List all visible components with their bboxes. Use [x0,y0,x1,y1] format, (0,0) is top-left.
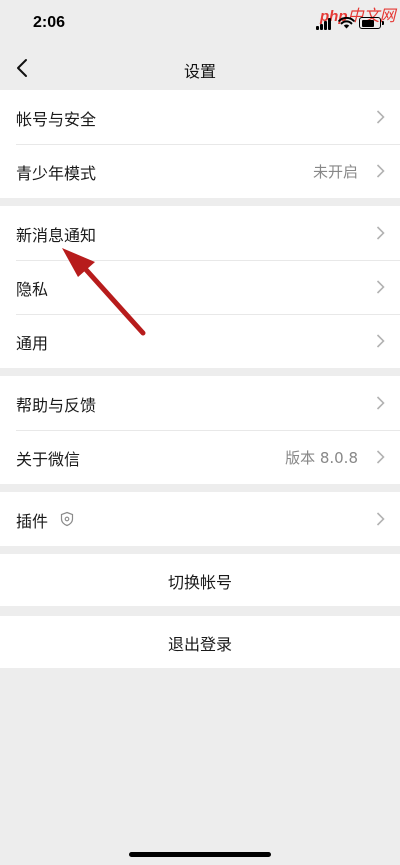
settings-item-label: 帮助与反馈 [16,396,97,415]
settings-group-help: 帮助与反馈 关于微信 版本 8.0.8 [0,376,400,484]
settings-item-general[interactable]: 通用 [0,314,400,368]
chevron-right-icon [376,226,385,240]
chevron-right-icon [376,512,385,526]
cellular-signal-icon [316,18,334,30]
settings-item-teen-mode[interactable]: 青少年模式 未开启 [0,144,400,198]
logout-label: 退出登录 [167,635,232,654]
chevron-right-icon [376,164,385,178]
settings-item-new-message-notifications[interactable]: 新消息通知 [0,206,400,260]
settings-item-label: 隐私 [16,280,49,299]
settings-group-plugins: 插件 [0,492,400,546]
settings-group-general: 新消息通知 隐私 通用 [0,206,400,368]
settings-item-privacy[interactable]: 隐私 [0,260,400,314]
settings-item-plugins[interactable]: 插件 [0,492,400,546]
settings-item-label: 青少年模式 [16,164,97,183]
app-version: 版本 8.0.8 [285,449,358,467]
battery-icon [359,17,384,29]
chevron-right-icon [376,396,385,410]
settings-item-about-wechat[interactable]: 关于微信 版本 8.0.8 [0,430,400,484]
logout-button[interactable]: 退出登录 [0,616,400,668]
settings-item-account-security[interactable]: 帐号与安全 [0,90,400,144]
wifi-icon [338,16,355,29]
settings-group-account: 帐号与安全 青少年模式 未开启 [0,90,400,198]
switch-account-button[interactable]: 切换帐号 [0,554,400,606]
settings-item-label: 通用 [16,334,49,353]
switch-account-label: 切换帐号 [167,573,232,592]
teen-mode-status: 未开启 [312,163,358,181]
page-title: 设置 [183,62,216,81]
status-time: 2:06 [33,14,66,31]
settings-item-label: 帐号与安全 [16,110,97,129]
chevron-right-icon [376,334,385,348]
chevron-right-icon [376,280,385,294]
settings-item-label: 关于微信 [16,450,81,469]
shield-icon [60,511,74,527]
navigation-bar: 设置 [0,48,400,90]
settings-item-help-feedback[interactable]: 帮助与反馈 [0,376,400,430]
home-indicator[interactable] [129,852,271,857]
chevron-right-icon [376,450,385,464]
status-bar: 2:06 php中文网 [0,0,400,48]
chevron-right-icon [376,110,385,124]
settings-item-label: 新消息通知 [16,226,97,245]
settings-item-label: 插件 [16,512,49,531]
